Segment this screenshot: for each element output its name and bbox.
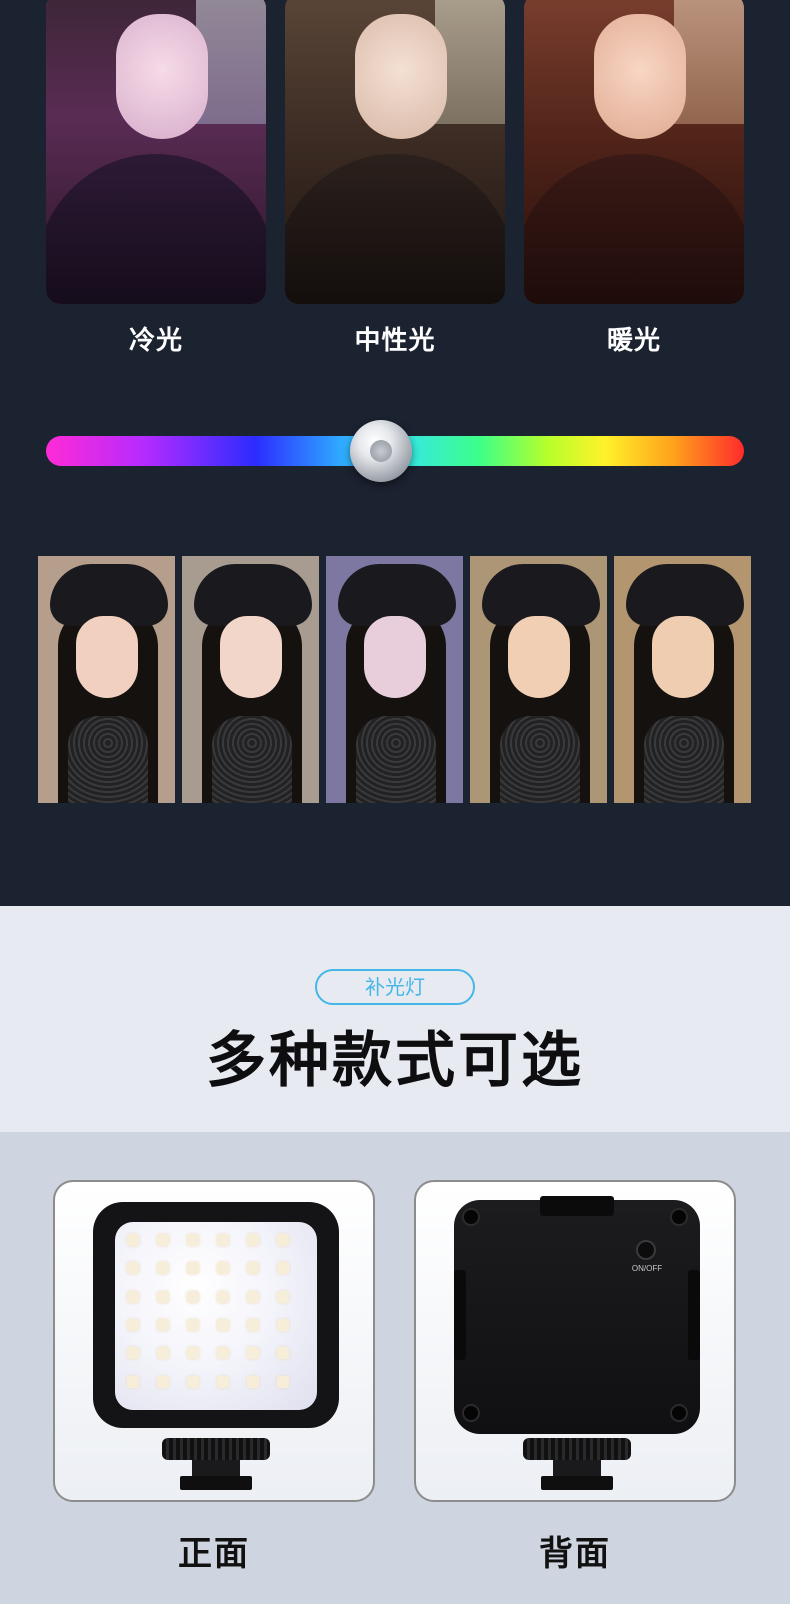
front-view-card[interactable]: [53, 1180, 375, 1502]
front-view-label: 正面: [178, 1534, 250, 1574]
led-bead: [277, 1290, 289, 1303]
led-bead: [217, 1234, 229, 1246]
led-bead: [247, 1347, 259, 1360]
led-bead: [247, 1290, 259, 1303]
led-bead: [127, 1290, 139, 1303]
back-view-card[interactable]: ON/OFF: [414, 1180, 736, 1502]
led-bead: [187, 1375, 199, 1388]
led-bead: [187, 1234, 199, 1246]
color-slider-knob[interactable]: [350, 420, 413, 482]
led-bead: [217, 1319, 229, 1331]
warm-light-photo: [524, 0, 744, 304]
led-bead: [127, 1347, 139, 1360]
led-bead: [247, 1319, 259, 1331]
led-bead: [277, 1234, 289, 1246]
led-bead: [157, 1290, 169, 1303]
led-bead: [157, 1234, 169, 1246]
led-bead: [187, 1290, 199, 1303]
sample-photo-4: [470, 556, 607, 803]
led-bead: [277, 1347, 289, 1360]
sample-photo-5: [614, 556, 751, 803]
led-bead: [187, 1262, 199, 1275]
cool-light-photo: [46, 0, 266, 304]
led-bead: [127, 1375, 139, 1388]
cold-shoe-mount: [523, 1432, 631, 1492]
led-bead: [187, 1347, 199, 1360]
power-button-label: ON/OFF: [631, 1264, 663, 1273]
led-light-back-image: ON/OFF: [454, 1196, 700, 1434]
led-bead: [217, 1262, 229, 1275]
led-bead: [247, 1375, 259, 1388]
led-bead: [247, 1234, 259, 1246]
led-bead: [157, 1262, 169, 1275]
sample-photo-2: [182, 556, 319, 803]
led-bead: [217, 1375, 229, 1388]
led-bead: [277, 1262, 289, 1275]
cool-light-label: 冷光: [128, 326, 183, 356]
led-bead: [157, 1347, 169, 1360]
neutral-light-photo: [285, 0, 505, 304]
led-bead: [187, 1319, 199, 1331]
led-bead: [127, 1319, 139, 1331]
category-badge: 补光灯: [315, 969, 475, 1005]
led-bead: [217, 1347, 229, 1360]
back-view-label: 背面: [539, 1534, 611, 1574]
cold-shoe-mount: [162, 1432, 270, 1492]
led-bead: [127, 1262, 139, 1275]
sample-photo-3: [326, 556, 463, 803]
neutral-light-label: 中性光: [354, 326, 436, 356]
power-button-icon: [636, 1240, 656, 1260]
warm-light-label: 暖光: [606, 326, 661, 356]
led-bead: [127, 1234, 139, 1246]
sample-photo-1: [38, 556, 175, 803]
led-light-front-image: [93, 1202, 339, 1428]
section-title: 多种款式可选: [206, 1026, 584, 1096]
led-bead: [277, 1375, 289, 1388]
led-bead: [277, 1319, 289, 1331]
led-bead: [157, 1375, 169, 1388]
led-bead: [247, 1262, 259, 1275]
led-bead: [157, 1319, 169, 1331]
led-bead: [217, 1290, 229, 1303]
